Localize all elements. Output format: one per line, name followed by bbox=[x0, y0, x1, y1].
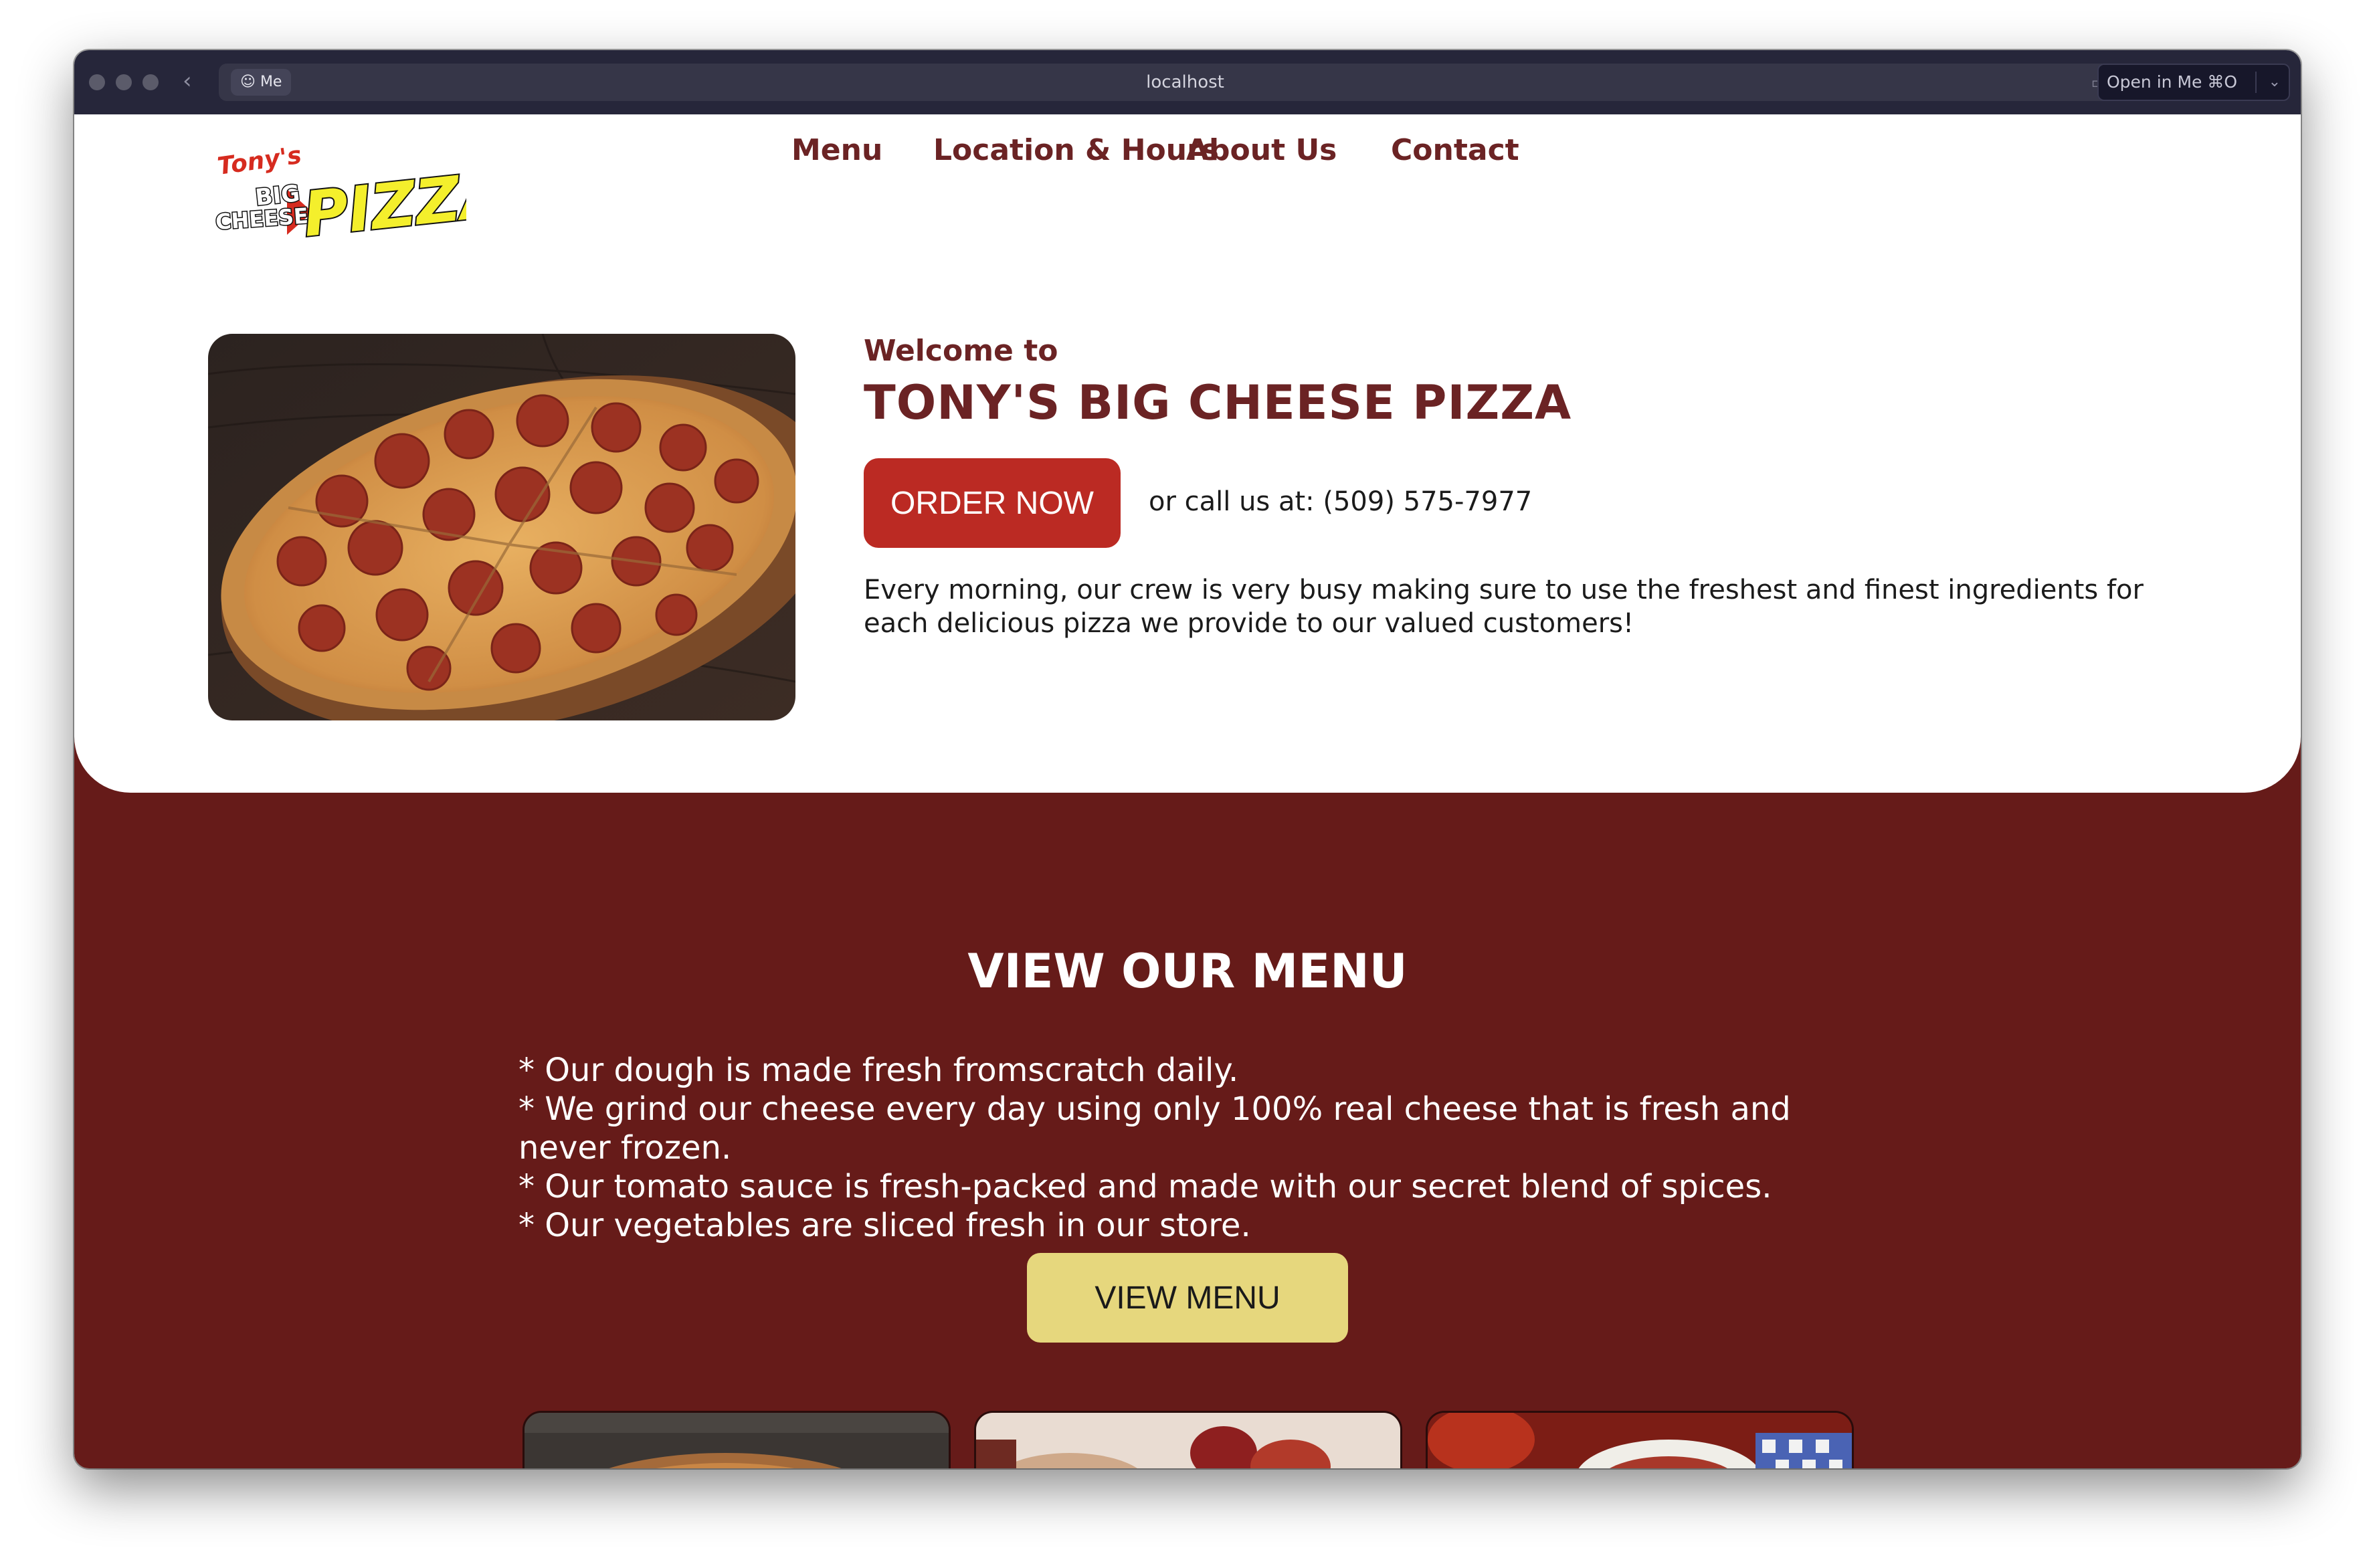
address-bar[interactable]: ☺ Me localhost ▭ ⛓ bbox=[219, 64, 2152, 101]
view-menu-button[interactable]: VIEW MENU bbox=[1027, 1253, 1348, 1343]
order-now-button[interactable]: ORDER NOW bbox=[864, 458, 1121, 548]
menu-thumbnail-sauce[interactable] bbox=[1426, 1411, 1854, 1468]
maximize-window-icon[interactable] bbox=[142, 74, 159, 90]
pepperoni-pizza-image bbox=[208, 334, 795, 720]
hero-section: Tony's BIG CHEESE PIZZA Menu Location & … bbox=[74, 114, 2301, 793]
menu-bullet-list: * Our dough is made fresh fromscratch da… bbox=[518, 1051, 1890, 1245]
back-arrow-icon[interactable]: ‹ bbox=[183, 68, 192, 94]
list-item: * Our vegetables are sliced fresh in our… bbox=[518, 1207, 1251, 1244]
svg-text:CHEESE: CHEESE bbox=[215, 203, 309, 235]
browser-toolbar: ‹ ☺ Me localhost ▭ ⛓ Open in Me ⌘O ⌄ bbox=[74, 50, 2301, 114]
url-text: localhost bbox=[1146, 72, 1224, 92]
list-item: * Our dough is made fresh fromscratch da… bbox=[518, 1052, 1239, 1089]
welcome-subheading: Welcome to bbox=[864, 334, 1058, 368]
list-item: * Our tomato sauce is fresh-packed and m… bbox=[518, 1168, 1772, 1205]
browser-window: ‹ ☺ Me localhost ▭ ⛓ Open in Me ⌘O ⌄ Ton… bbox=[74, 50, 2301, 1468]
svg-text:Tony's: Tony's bbox=[216, 148, 304, 181]
menu-thumbnail-pizza[interactable] bbox=[522, 1411, 951, 1468]
svg-text:PIZZA: PIZZA bbox=[300, 158, 466, 246]
tonys-big-cheese-pizza-logo[interactable]: Tony's BIG CHEESE PIZZA bbox=[212, 148, 466, 246]
close-window-icon[interactable] bbox=[89, 74, 105, 90]
open-in-label: Open in Me ⌘O bbox=[2107, 72, 2238, 92]
menu-thumbnail-ingredients[interactable] bbox=[974, 1411, 1402, 1468]
chevron-down-icon[interactable]: ⌄ bbox=[2269, 65, 2281, 100]
phone-call-text: or call us at: (509) 575-7977 bbox=[1149, 486, 1533, 517]
nav-link-contact[interactable]: Contact bbox=[1391, 133, 1519, 167]
intro-paragraph: Every morning, our crew is very busy mak… bbox=[864, 575, 2144, 639]
divider bbox=[2255, 72, 2257, 93]
nav-link-menu[interactable]: Menu bbox=[791, 133, 882, 167]
menu-section-title: VIEW OUR MENU bbox=[967, 944, 1408, 999]
page-title: TONY'S BIG CHEESE PIZZA bbox=[864, 375, 1572, 430]
list-item: * We grind our cheese every day using on… bbox=[518, 1090, 1791, 1167]
page-content: Tony's BIG CHEESE PIZZA Menu Location & … bbox=[74, 114, 2301, 1468]
nav-link-location-hours[interactable]: Location & Hours bbox=[933, 133, 1219, 167]
minimize-window-icon[interactable] bbox=[116, 74, 132, 90]
nav-link-about-us[interactable]: About Us bbox=[1186, 133, 1337, 167]
open-in-button[interactable]: Open in Me ⌘O ⌄ bbox=[2097, 64, 2290, 101]
